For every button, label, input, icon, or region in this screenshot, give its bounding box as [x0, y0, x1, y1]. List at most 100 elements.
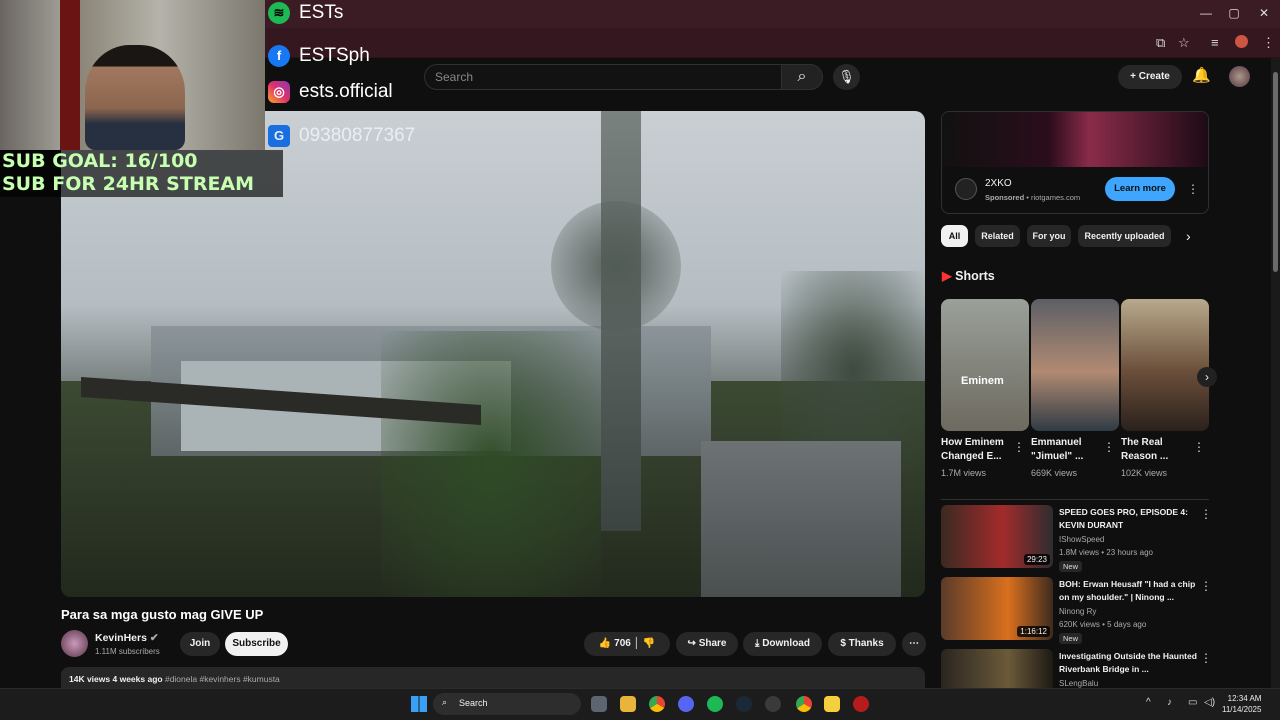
profile-icon[interactable]	[1235, 35, 1248, 48]
network-icon[interactable]: ▭	[1188, 697, 1197, 708]
chrome-active-icon[interactable]	[796, 696, 812, 712]
verified-icon: ✔	[149, 632, 159, 644]
scrollbar-thumb[interactable]	[1273, 72, 1278, 272]
maximize-button[interactable]: ▢	[1224, 6, 1244, 20]
subscriber-count: 1.11M subscribers	[95, 647, 160, 656]
chip-for-you[interactable]: For you	[1027, 225, 1071, 247]
cast-icon[interactable]: ⧉	[1156, 35, 1165, 51]
chrome-icon[interactable]	[649, 696, 665, 712]
join-button[interactable]: Join	[180, 632, 220, 656]
chip-recently-uploaded[interactable]: Recently uploaded	[1078, 225, 1171, 247]
share-button[interactable]: ↪ Share	[676, 632, 738, 656]
search-button[interactable]: ⌕	[781, 64, 823, 90]
social-spotify: ≋ ESTs	[268, 2, 343, 24]
shorts-heading: ▶ Shorts	[942, 269, 995, 283]
spotify-icon: ≋	[268, 2, 290, 24]
hashtags[interactable]: #dionela #kevinhers #kumusta	[165, 674, 280, 684]
search-input[interactable]: Search	[424, 64, 782, 90]
duration-badge: 1:16:12	[1017, 626, 1050, 637]
chip-all[interactable]: All	[941, 225, 968, 247]
thumbs-down-icon[interactable]: 👎	[643, 638, 655, 649]
thanks-button[interactable]: $ Thanks	[828, 632, 896, 656]
short-thumbnail[interactable]	[1121, 299, 1209, 431]
video-thumbnail[interactable]: 29:23	[941, 505, 1053, 568]
short-more-icon[interactable]: ⋮	[1013, 440, 1025, 454]
ad-card[interactable]: 2XKO Sponsored • riotgames.com Learn mor…	[941, 111, 1209, 214]
gcash-icon: G	[268, 125, 290, 147]
discord-icon[interactable]	[678, 696, 694, 712]
ad-sponsored: Sponsored • riotgames.com	[985, 193, 1081, 202]
like-button[interactable]: 👍 706 │ 👎	[584, 632, 670, 656]
bookmark-star-icon[interactable]: ☆	[1178, 35, 1190, 51]
microphone-tray-icon[interactable]: ♪	[1167, 697, 1172, 708]
video-thumbnail[interactable]: 1:16:12	[941, 577, 1053, 640]
notifications-bell-icon[interactable]: 🔔	[1192, 66, 1211, 84]
obs-icon[interactable]	[765, 696, 781, 712]
video-item-channel[interactable]: Ninong Ry	[1059, 607, 1096, 616]
webcam-overlay	[0, 0, 265, 150]
subscribe-button[interactable]: Subscribe	[225, 632, 288, 656]
video-item-title[interactable]: SPEED GOES PRO, EPISODE 4: KEVIN DURANT	[1059, 506, 1197, 532]
more-actions-icon[interactable]: ⋯	[902, 632, 926, 656]
ad-logo	[955, 178, 977, 200]
search-icon: ⌕	[797, 68, 807, 85]
video-item-title[interactable]: BOH: Erwan Heusaff "I had a chip on my s…	[1059, 578, 1197, 604]
mic-icon[interactable]: 🎙	[833, 64, 860, 90]
avatar[interactable]	[1229, 66, 1250, 87]
short-title[interactable]: How Eminem Changed E...	[941, 436, 1016, 464]
short-more-icon[interactable]: ⋮	[1103, 440, 1115, 454]
spotify-taskbar-icon[interactable]	[707, 696, 723, 712]
close-button[interactable]: ✕	[1254, 6, 1274, 20]
short-title[interactable]: The Real Reason ...	[1121, 436, 1196, 464]
social-instagram: ◎ ests.official	[268, 81, 393, 103]
short-more-icon[interactable]: ⋮	[1193, 440, 1205, 454]
windows-start-icon[interactable]	[411, 696, 427, 712]
menu-icon[interactable]: ⋮	[1262, 35, 1275, 51]
video-more-icon[interactable]: ⋮	[1200, 507, 1212, 521]
channel-avatar[interactable]	[61, 630, 88, 657]
learn-more-button[interactable]: Learn more	[1105, 177, 1175, 201]
short-views: 669K views	[1031, 468, 1078, 478]
thumbs-up-icon: 👍	[598, 638, 612, 649]
search-icon: ⌕	[442, 697, 448, 707]
social-gcash: G 09380877367	[268, 125, 415, 147]
download-button[interactable]: ⤓ Download	[743, 632, 822, 656]
create-button[interactable]: + Create	[1118, 65, 1182, 89]
ad-banner-image[interactable]	[942, 112, 1208, 167]
social-facebook: f ESTSph	[268, 45, 370, 67]
task-view-icon[interactable]	[591, 696, 607, 712]
download-icon: ⤓	[755, 638, 760, 649]
sub-goal-overlay: SUB GOAL: 16/100 SUB FOR 24HR STREAM	[0, 150, 283, 197]
short-thumbnail[interactable]	[1031, 299, 1119, 431]
share-icon: ↪	[687, 638, 696, 649]
video-more-icon[interactable]: ⋮	[1200, 651, 1212, 665]
divider	[941, 499, 1209, 500]
chip-related[interactable]: Related	[975, 225, 1020, 247]
video-item-channel[interactable]: SLengBalu	[1059, 679, 1098, 688]
facebook-icon: f	[268, 45, 290, 67]
shorts-next-icon[interactable]: ›	[1197, 367, 1217, 387]
video-item-channel[interactable]: IShowSpeed	[1059, 535, 1104, 544]
taskbar-search[interactable]: ⌕ Search	[433, 693, 581, 715]
file-explorer-icon[interactable]	[620, 696, 636, 712]
chevron-right-icon[interactable]: ›	[1186, 228, 1191, 244]
media-icon[interactable]: ≡	[1211, 35, 1219, 50]
new-badge: New	[1059, 633, 1083, 644]
video-item-title[interactable]: Investigating Outside the Haunted Riverb…	[1059, 650, 1197, 676]
volume-icon[interactable]: ◁)	[1204, 697, 1215, 708]
taskbar-clock[interactable]: 12:34 AM 11/14/2025	[1222, 693, 1261, 715]
short-title[interactable]: Emmanuel "Jimuel" ...	[1031, 436, 1106, 464]
video-item-meta: 620K views • 5 days ago	[1059, 620, 1147, 629]
youtube-app-icon[interactable]	[853, 696, 869, 712]
ad-more-icon[interactable]: ⋮	[1187, 182, 1199, 196]
tray-chevron-icon[interactable]: ^	[1146, 697, 1151, 708]
channel-name[interactable]: KevinHers ✔	[95, 632, 159, 644]
steam-icon[interactable]	[736, 696, 752, 712]
minimize-button[interactable]: —	[1196, 6, 1216, 20]
video-thumbnail[interactable]	[941, 649, 1053, 688]
instagram-icon: ◎	[268, 81, 290, 103]
ad-name: 2XKO	[985, 178, 1012, 189]
video-more-icon[interactable]: ⋮	[1200, 579, 1212, 593]
app-icon[interactable]	[824, 696, 840, 712]
short-thumbnail[interactable]: Eminem	[941, 299, 1029, 431]
